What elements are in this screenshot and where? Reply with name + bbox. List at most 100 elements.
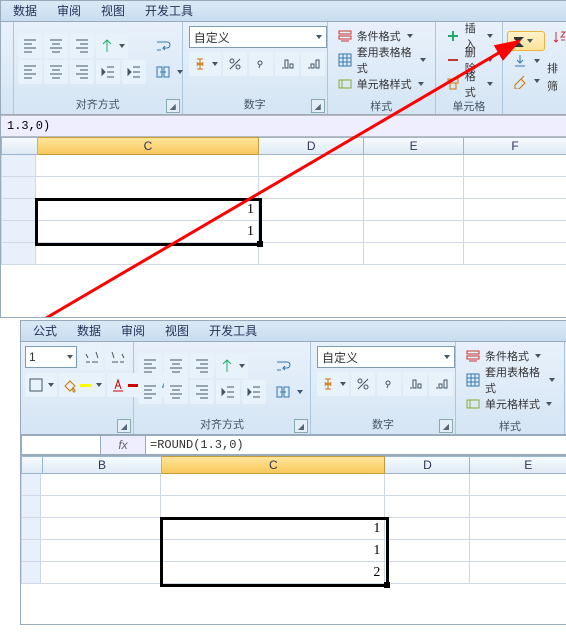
cell[interactable]: 1 bbox=[161, 540, 386, 562]
cell[interactable] bbox=[36, 243, 259, 265]
dialog-launcher-button[interactable]: ◢ bbox=[294, 419, 308, 433]
indent-increase-button[interactable] bbox=[122, 60, 146, 84]
percent-button[interactable] bbox=[223, 52, 247, 76]
percent-button[interactable] bbox=[351, 372, 375, 396]
align-center-button[interactable] bbox=[44, 60, 68, 84]
cell[interactable] bbox=[41, 562, 161, 584]
cell[interactable] bbox=[41, 518, 161, 540]
cell[interactable] bbox=[36, 155, 259, 177]
dialog-launcher-button[interactable]: ◢ bbox=[117, 419, 131, 433]
cell[interactable] bbox=[464, 243, 566, 265]
cell[interactable] bbox=[464, 177, 566, 199]
formula-bar[interactable]: 1.3,0) bbox=[1, 115, 566, 137]
align-top-left-button[interactable] bbox=[18, 34, 42, 58]
cell[interactable] bbox=[464, 155, 566, 177]
autosum-button[interactable] bbox=[507, 31, 545, 51]
dialog-launcher-button[interactable]: ◢ bbox=[166, 99, 180, 113]
cell[interactable] bbox=[259, 243, 364, 265]
cell-styles-button[interactable]: 单元格样式 bbox=[332, 72, 431, 96]
cell[interactable] bbox=[385, 496, 470, 518]
tab-formulas[interactable]: 公式 bbox=[23, 320, 67, 341]
comma-button[interactable] bbox=[377, 372, 401, 396]
cell[interactable] bbox=[385, 540, 470, 562]
cell[interactable] bbox=[364, 177, 464, 199]
align-top-left-button[interactable] bbox=[138, 354, 162, 378]
cell[interactable] bbox=[470, 474, 566, 496]
sort-filter-button[interactable] bbox=[547, 28, 566, 58]
comma-button[interactable] bbox=[249, 52, 273, 76]
cell[interactable] bbox=[470, 562, 566, 584]
increase-decimal-button[interactable] bbox=[403, 372, 427, 396]
border-button[interactable] bbox=[25, 373, 57, 397]
cell[interactable] bbox=[464, 221, 566, 243]
format-as-table-button[interactable]: 套用表格格式 bbox=[460, 368, 560, 392]
cell-styles-button[interactable]: 单元格样式 bbox=[460, 392, 560, 416]
align-right-button[interactable] bbox=[190, 380, 214, 404]
indent-increase-button[interactable] bbox=[242, 380, 266, 404]
tab-dev[interactable]: 开发工具 bbox=[135, 0, 203, 21]
cell[interactable]: 1 bbox=[36, 221, 259, 243]
align-top-center-button[interactable] bbox=[164, 354, 188, 378]
column-header[interactable]: C bbox=[162, 456, 385, 474]
cell[interactable] bbox=[36, 177, 259, 199]
cell[interactable] bbox=[259, 221, 364, 243]
column-header[interactable]: E bbox=[364, 137, 464, 155]
cell[interactable] bbox=[41, 474, 161, 496]
decrease-decimal-button[interactable] bbox=[301, 52, 325, 76]
cell[interactable] bbox=[259, 155, 364, 177]
column-header[interactable]: D bbox=[259, 137, 364, 155]
grow-font-button[interactable] bbox=[79, 346, 103, 370]
shrink-font-button[interactable] bbox=[105, 346, 129, 370]
cell[interactable]: 2 bbox=[161, 562, 386, 584]
cell[interactable] bbox=[385, 474, 470, 496]
cell[interactable] bbox=[41, 540, 161, 562]
cell[interactable] bbox=[161, 474, 386, 496]
cell[interactable] bbox=[364, 221, 464, 243]
formula-input[interactable]: =ROUND(1.3,0) bbox=[146, 435, 566, 455]
spreadsheet-grid[interactable]: BCDE 112 bbox=[21, 456, 566, 624]
cell[interactable]: 1 bbox=[161, 518, 386, 540]
name-box[interactable] bbox=[21, 435, 101, 455]
column-header[interactable]: D bbox=[385, 456, 470, 474]
indent-decrease-button[interactable] bbox=[96, 60, 120, 84]
align-right-button[interactable] bbox=[70, 60, 94, 84]
cell[interactable] bbox=[259, 199, 364, 221]
cell[interactable] bbox=[161, 496, 386, 518]
tab-view[interactable]: 视图 bbox=[91, 0, 135, 21]
cell[interactable] bbox=[385, 518, 470, 540]
formula-buttons[interactable]: fx bbox=[101, 435, 146, 455]
align-top-right-button[interactable] bbox=[190, 354, 214, 378]
cell[interactable] bbox=[41, 496, 161, 518]
fill-color-button[interactable] bbox=[59, 373, 105, 397]
cell[interactable] bbox=[364, 155, 464, 177]
column-header[interactable]: F bbox=[464, 137, 566, 155]
increase-decimal-button[interactable] bbox=[275, 52, 299, 76]
currency-button[interactable] bbox=[189, 52, 221, 76]
orientation-button[interactable] bbox=[216, 354, 248, 378]
cell[interactable] bbox=[364, 243, 464, 265]
column-header[interactable]: C bbox=[38, 137, 260, 155]
format-as-table-button[interactable]: 套用表格格式 bbox=[332, 48, 431, 72]
format-button[interactable]: 格式 bbox=[440, 72, 498, 96]
tab-dev[interactable]: 开发工具 bbox=[199, 320, 267, 341]
cell[interactable] bbox=[364, 199, 464, 221]
column-header[interactable]: B bbox=[43, 456, 163, 474]
font-size-dropdown[interactable]: 1 bbox=[25, 346, 77, 368]
cell[interactable] bbox=[259, 177, 364, 199]
align-top-right-button[interactable] bbox=[70, 34, 94, 58]
align-center-button[interactable] bbox=[164, 380, 188, 404]
number-format-dropdown[interactable]: 自定义 bbox=[189, 26, 327, 48]
dialog-launcher-button[interactable]: ◢ bbox=[439, 419, 453, 433]
align-top-center-button[interactable] bbox=[44, 34, 68, 58]
decrease-decimal-button[interactable] bbox=[429, 372, 453, 396]
tab-data[interactable]: 数据 bbox=[3, 0, 47, 21]
tab-review[interactable]: 审阅 bbox=[47, 0, 91, 21]
cell[interactable] bbox=[470, 496, 566, 518]
currency-button[interactable] bbox=[317, 372, 349, 396]
tab-data[interactable]: 数据 bbox=[67, 320, 111, 341]
cell[interactable] bbox=[470, 540, 566, 562]
orientation-button[interactable] bbox=[96, 34, 128, 58]
cell[interactable] bbox=[464, 199, 566, 221]
cell[interactable]: 1 bbox=[36, 199, 259, 221]
dialog-launcher-button[interactable]: ◢ bbox=[311, 99, 325, 113]
